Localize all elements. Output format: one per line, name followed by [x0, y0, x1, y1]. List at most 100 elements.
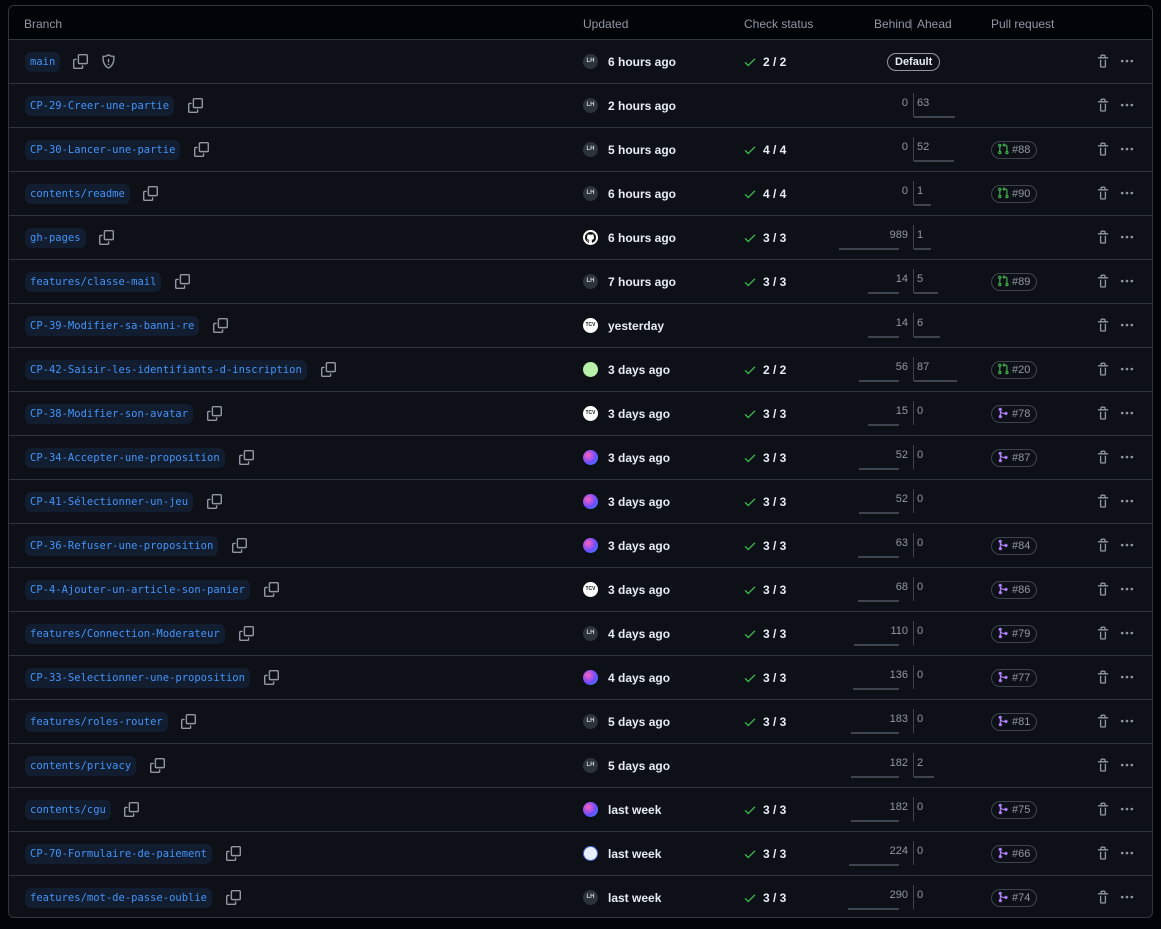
copy-icon[interactable]: [206, 406, 222, 421]
pull-request-link[interactable]: #87: [991, 449, 1038, 467]
avatar[interactable]: [583, 450, 598, 465]
copy-icon[interactable]: [175, 274, 190, 289]
pull-request-link[interactable]: #90: [991, 185, 1038, 203]
copy-icon[interactable]: [263, 582, 279, 597]
trash-icon[interactable]: [1096, 626, 1110, 641]
copy-icon[interactable]: [181, 714, 197, 729]
kebab-menu-icon[interactable]: [1119, 406, 1135, 420]
check-icon[interactable]: [743, 583, 757, 597]
pull-request-link[interactable]: #81: [991, 713, 1038, 731]
trash-icon[interactable]: [1096, 230, 1110, 245]
avatar[interactable]: LH: [583, 186, 598, 201]
kebab-menu-icon[interactable]: [1119, 186, 1135, 200]
trash-icon[interactable]: [1096, 274, 1110, 289]
avatar[interactable]: LH: [583, 758, 598, 773]
branch-name-link[interactable]: contents/privacy: [25, 756, 137, 776]
check-status[interactable]: 3 / 3: [763, 539, 786, 553]
pull-request-link[interactable]: #89: [991, 273, 1038, 291]
check-icon[interactable]: [743, 187, 757, 201]
check-status[interactable]: 2 / 2: [763, 363, 786, 377]
avatar[interactable]: LH: [583, 714, 598, 729]
check-status[interactable]: 3 / 3: [763, 671, 786, 685]
branch-name-link[interactable]: CP-41-Sélectionner-un-jeu: [25, 492, 194, 512]
check-icon[interactable]: [743, 55, 757, 69]
copy-icon[interactable]: [232, 538, 248, 553]
trash-icon[interactable]: [1096, 406, 1110, 421]
kebab-menu-icon[interactable]: [1119, 142, 1135, 156]
check-status[interactable]: 3 / 3: [763, 231, 786, 245]
branch-name-link[interactable]: CP-4-Ajouter-un-article-son-panier: [25, 580, 250, 600]
kebab-menu-icon[interactable]: [1119, 890, 1135, 904]
avatar[interactable]: [583, 538, 598, 553]
branch-name-link[interactable]: features/Connection-Moderateur: [25, 624, 225, 644]
check-icon[interactable]: [743, 671, 757, 685]
check-icon[interactable]: [743, 275, 757, 289]
branch-name-link[interactable]: features/mot-de-passe-oublie: [25, 888, 213, 908]
copy-icon[interactable]: [225, 846, 241, 861]
avatar[interactable]: [583, 846, 598, 861]
check-icon[interactable]: [743, 451, 757, 465]
pull-request-link[interactable]: #74: [991, 889, 1038, 907]
kebab-menu-icon[interactable]: [1119, 670, 1135, 684]
kebab-menu-icon[interactable]: [1119, 494, 1135, 508]
check-status[interactable]: 3 / 3: [763, 803, 786, 817]
pull-request-link[interactable]: #77: [991, 669, 1038, 687]
avatar[interactable]: [583, 230, 598, 245]
branch-name-link[interactable]: contents/readme: [25, 184, 130, 204]
avatar[interactable]: LH: [583, 626, 598, 641]
avatar[interactable]: LH: [583, 274, 598, 289]
kebab-menu-icon[interactable]: [1119, 230, 1135, 244]
shield-icon[interactable]: [101, 54, 116, 69]
avatar[interactable]: LH: [583, 890, 598, 905]
branch-name-link[interactable]: features/roles-router: [25, 712, 168, 732]
kebab-menu-icon[interactable]: [1119, 274, 1135, 288]
check-icon[interactable]: [743, 627, 757, 641]
trash-icon[interactable]: [1096, 714, 1110, 729]
pull-request-link[interactable]: #78: [991, 405, 1038, 423]
branch-name-link[interactable]: CP-39-Modifier-sa-banni-re: [25, 316, 200, 336]
check-status[interactable]: 3 / 3: [763, 847, 786, 861]
check-status[interactable]: 2 / 2: [763, 55, 786, 69]
check-icon[interactable]: [743, 715, 757, 729]
trash-icon[interactable]: [1096, 758, 1110, 773]
check-icon[interactable]: [743, 891, 757, 905]
avatar[interactable]: [583, 362, 598, 377]
copy-icon[interactable]: [321, 362, 337, 377]
copy-icon[interactable]: [143, 186, 159, 201]
check-status[interactable]: 3 / 3: [763, 627, 786, 641]
trash-icon[interactable]: [1096, 890, 1110, 905]
pull-request-link[interactable]: #79: [991, 625, 1038, 643]
kebab-menu-icon[interactable]: [1119, 98, 1135, 112]
pull-request-link[interactable]: #20: [991, 361, 1038, 379]
branch-name-link[interactable]: CP-34-Accepter-une-proposition: [25, 448, 225, 468]
check-icon[interactable]: [743, 495, 757, 509]
avatar[interactable]: [583, 802, 598, 817]
branch-name-link[interactable]: contents/cgu: [25, 800, 111, 820]
branch-name-link[interactable]: gh-pages: [25, 228, 86, 248]
avatar[interactable]: [583, 494, 598, 509]
branch-name-link[interactable]: CP-33-Selectionner-une-proposition: [25, 668, 250, 688]
kebab-menu-icon[interactable]: [1119, 802, 1135, 816]
copy-icon[interactable]: [238, 626, 254, 641]
kebab-menu-icon[interactable]: [1119, 450, 1135, 464]
kebab-menu-icon[interactable]: [1119, 538, 1135, 552]
trash-icon[interactable]: [1096, 318, 1110, 333]
avatar[interactable]: LH: [583, 54, 598, 69]
kebab-menu-icon[interactable]: [1119, 758, 1135, 772]
check-status[interactable]: 4 / 4: [763, 187, 786, 201]
check-status[interactable]: 4 / 4: [763, 143, 786, 157]
copy-icon[interactable]: [206, 494, 222, 509]
branch-name-link[interactable]: CP-42-Saisir-les-identifiants-d-inscript…: [25, 360, 307, 380]
check-status[interactable]: 3 / 3: [763, 495, 786, 509]
kebab-menu-icon[interactable]: [1119, 582, 1135, 596]
avatar[interactable]: TCV: [583, 406, 598, 421]
trash-icon[interactable]: [1096, 582, 1110, 597]
check-status[interactable]: 3 / 3: [763, 407, 786, 421]
kebab-menu-icon[interactable]: [1119, 714, 1135, 728]
check-status[interactable]: 3 / 3: [763, 451, 786, 465]
trash-icon[interactable]: [1096, 494, 1110, 509]
pull-request-link[interactable]: #66: [991, 845, 1038, 863]
branch-name-link[interactable]: main: [25, 52, 61, 72]
kebab-menu-icon[interactable]: [1119, 362, 1135, 376]
copy-icon[interactable]: [98, 230, 114, 245]
